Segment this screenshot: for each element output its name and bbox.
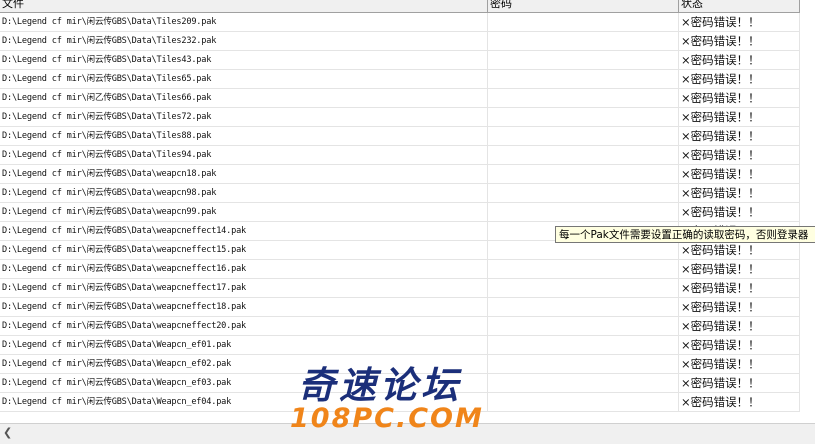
table-row[interactable]: D:\Legend cf mir\闲云传GBS\Data\Weapcn_ef01… — [0, 336, 800, 355]
column-header-status[interactable]: 状态 — [679, 0, 800, 12]
column-header-file[interactable]: 文件 — [0, 0, 488, 12]
table-row[interactable]: D:\Legend cf mir\闲云传GBS\Data\weapcneffec… — [0, 298, 800, 317]
status-cell: ×密码错误！！ — [679, 165, 800, 183]
table-row[interactable]: D:\Legend cf mir\闲云传GBS\Data\Tiles209.pa… — [0, 13, 800, 32]
file-cell: D:\Legend cf mir\闲云传GBS\Data\weapcneffec… — [0, 241, 488, 259]
table-row[interactable]: D:\Legend cf mir\闲云传GBS\Data\Tiles65.pak… — [0, 70, 800, 89]
password-cell[interactable] — [488, 279, 679, 297]
file-cell: D:\Legend cf mir\闲云传GBS\Data\Tiles209.pa… — [0, 13, 488, 31]
watermark-logo: 奇速论坛 108PC.COM — [290, 355, 530, 435]
file-cell: D:\Legend cf mir\闲云传GBS\Data\Tiles232.pa… — [0, 32, 488, 50]
table-row[interactable]: D:\Legend cf mir\闲云传GBS\Data\Tiles43.pak… — [0, 51, 800, 70]
tooltip: 每一个Pak文件需要设置正确的读取密码，否则登录器 — [555, 226, 815, 243]
file-cell: D:\Legend cf mir\闲云传GBS\Data\weapcneffec… — [0, 279, 488, 297]
file-cell: D:\Legend cf mir\闲乙传GBS\Data\Tiles66.pak — [0, 89, 488, 107]
chevron-left-icon[interactable]: ❮ — [3, 427, 15, 439]
file-cell: D:\Legend cf mir\闲云传GBS\Data\Tiles94.pak — [0, 146, 488, 164]
status-cell: ×密码错误！！ — [679, 13, 800, 31]
column-header-password[interactable]: 密码 — [488, 0, 679, 12]
table-row[interactable]: D:\Legend cf mir\闲云传GBS\Data\weapcneffec… — [0, 260, 800, 279]
status-cell: ×密码错误！！ — [679, 70, 800, 88]
status-cell: ×密码错误！！ — [679, 241, 800, 259]
file-cell: D:\Legend cf mir\闲云传GBS\Data\Tiles43.pak — [0, 51, 488, 69]
status-cell: ×密码错误！！ — [679, 184, 800, 202]
table-row[interactable]: D:\Legend cf mir\闲云传GBS\Data\weapcneffec… — [0, 279, 800, 298]
table-row[interactable]: D:\Legend cf mir\闲云传GBS\Data\weapcn99.pa… — [0, 203, 800, 222]
watermark-title: 奇速论坛 — [298, 364, 462, 407]
status-cell: ×密码错误！！ — [679, 32, 800, 50]
password-cell[interactable] — [488, 108, 679, 126]
status-cell: ×密码错误！！ — [679, 279, 800, 297]
status-cell: ×密码错误！！ — [679, 317, 800, 335]
vertical-gutter — [800, 0, 815, 423]
table-row[interactable]: D:\Legend cf mir\闲云传GBS\Data\weapcn98.pa… — [0, 184, 800, 203]
password-cell[interactable] — [488, 13, 679, 31]
file-cell: D:\Legend cf mir\闲云传GBS\Data\Tiles88.pak — [0, 127, 488, 145]
status-cell: ×密码错误！！ — [679, 298, 800, 316]
file-cell: D:\Legend cf mir\闲云传GBS\Data\weapcn98.pa… — [0, 184, 488, 202]
table-row[interactable]: D:\Legend cf mir\闲云传GBS\Data\Tiles88.pak… — [0, 127, 800, 146]
status-cell: ×密码错误！！ — [679, 51, 800, 69]
status-cell: ×密码错误！！ — [679, 393, 800, 411]
table-row[interactable]: D:\Legend cf mir\闲云传GBS\Data\weapcneffec… — [0, 241, 800, 260]
status-cell: ×密码错误！！ — [679, 355, 800, 373]
password-cell[interactable] — [488, 260, 679, 278]
status-cell: ×密码错误！！ — [679, 203, 800, 221]
password-cell[interactable] — [488, 298, 679, 316]
password-cell[interactable] — [488, 70, 679, 88]
status-cell: ×密码错误！！ — [679, 127, 800, 145]
password-cell[interactable] — [488, 51, 679, 69]
file-cell: D:\Legend cf mir\闲云传GBS\Data\weapcneffec… — [0, 298, 488, 316]
table-row[interactable]: D:\Legend cf mir\闲云传GBS\Data\weapcn18.pa… — [0, 165, 800, 184]
file-cell: D:\Legend cf mir\闲云传GBS\Data\Tiles72.pak — [0, 108, 488, 126]
password-cell[interactable] — [488, 203, 679, 221]
file-cell: D:\Legend cf mir\闲云传GBS\Data\weapcneffec… — [0, 222, 488, 240]
table-row[interactable]: D:\Legend cf mir\闲云传GBS\Data\weapcneffec… — [0, 317, 800, 336]
status-cell: ×密码错误！！ — [679, 260, 800, 278]
status-cell: ×密码错误！！ — [679, 108, 800, 126]
password-cell[interactable] — [488, 336, 679, 354]
status-cell: ×密码错误！！ — [679, 336, 800, 354]
password-cell[interactable] — [488, 127, 679, 145]
password-cell[interactable] — [488, 184, 679, 202]
password-cell[interactable] — [488, 32, 679, 50]
file-cell: D:\Legend cf mir\闲云传GBS\Data\weapcneffec… — [0, 260, 488, 278]
table-row[interactable]: D:\Legend cf mir\闲云传GBS\Data\Tiles232.pa… — [0, 32, 800, 51]
password-cell[interactable] — [488, 146, 679, 164]
password-cell[interactable] — [488, 317, 679, 335]
table-row[interactable]: D:\Legend cf mir\闲云传GBS\Data\Tiles94.pak… — [0, 146, 800, 165]
watermark-subtitle: 108PC.COM — [290, 403, 484, 434]
table-row[interactable]: D:\Legend cf mir\闲云传GBS\Data\Tiles72.pak… — [0, 108, 800, 127]
status-cell: ×密码错误！！ — [679, 374, 800, 392]
file-cell: D:\Legend cf mir\闲云传GBS\Data\weapcn18.pa… — [0, 165, 488, 183]
list-header: 文件 密码 状态 — [0, 0, 800, 13]
table-row[interactable]: D:\Legend cf mir\闲乙传GBS\Data\Tiles66.pak… — [0, 89, 800, 108]
file-cell: D:\Legend cf mir\闲云传GBS\Data\Tiles65.pak — [0, 70, 488, 88]
password-cell[interactable] — [488, 165, 679, 183]
file-cell: D:\Legend cf mir\闲云传GBS\Data\weapcn99.pa… — [0, 203, 488, 221]
file-cell: D:\Legend cf mir\闲云传GBS\Data\Weapcn_ef01… — [0, 336, 488, 354]
password-cell[interactable] — [488, 89, 679, 107]
status-cell: ×密码错误！！ — [679, 146, 800, 164]
status-cell: ×密码错误！！ — [679, 89, 800, 107]
file-cell: D:\Legend cf mir\闲云传GBS\Data\weapcneffec… — [0, 317, 488, 335]
password-cell[interactable] — [488, 241, 679, 259]
